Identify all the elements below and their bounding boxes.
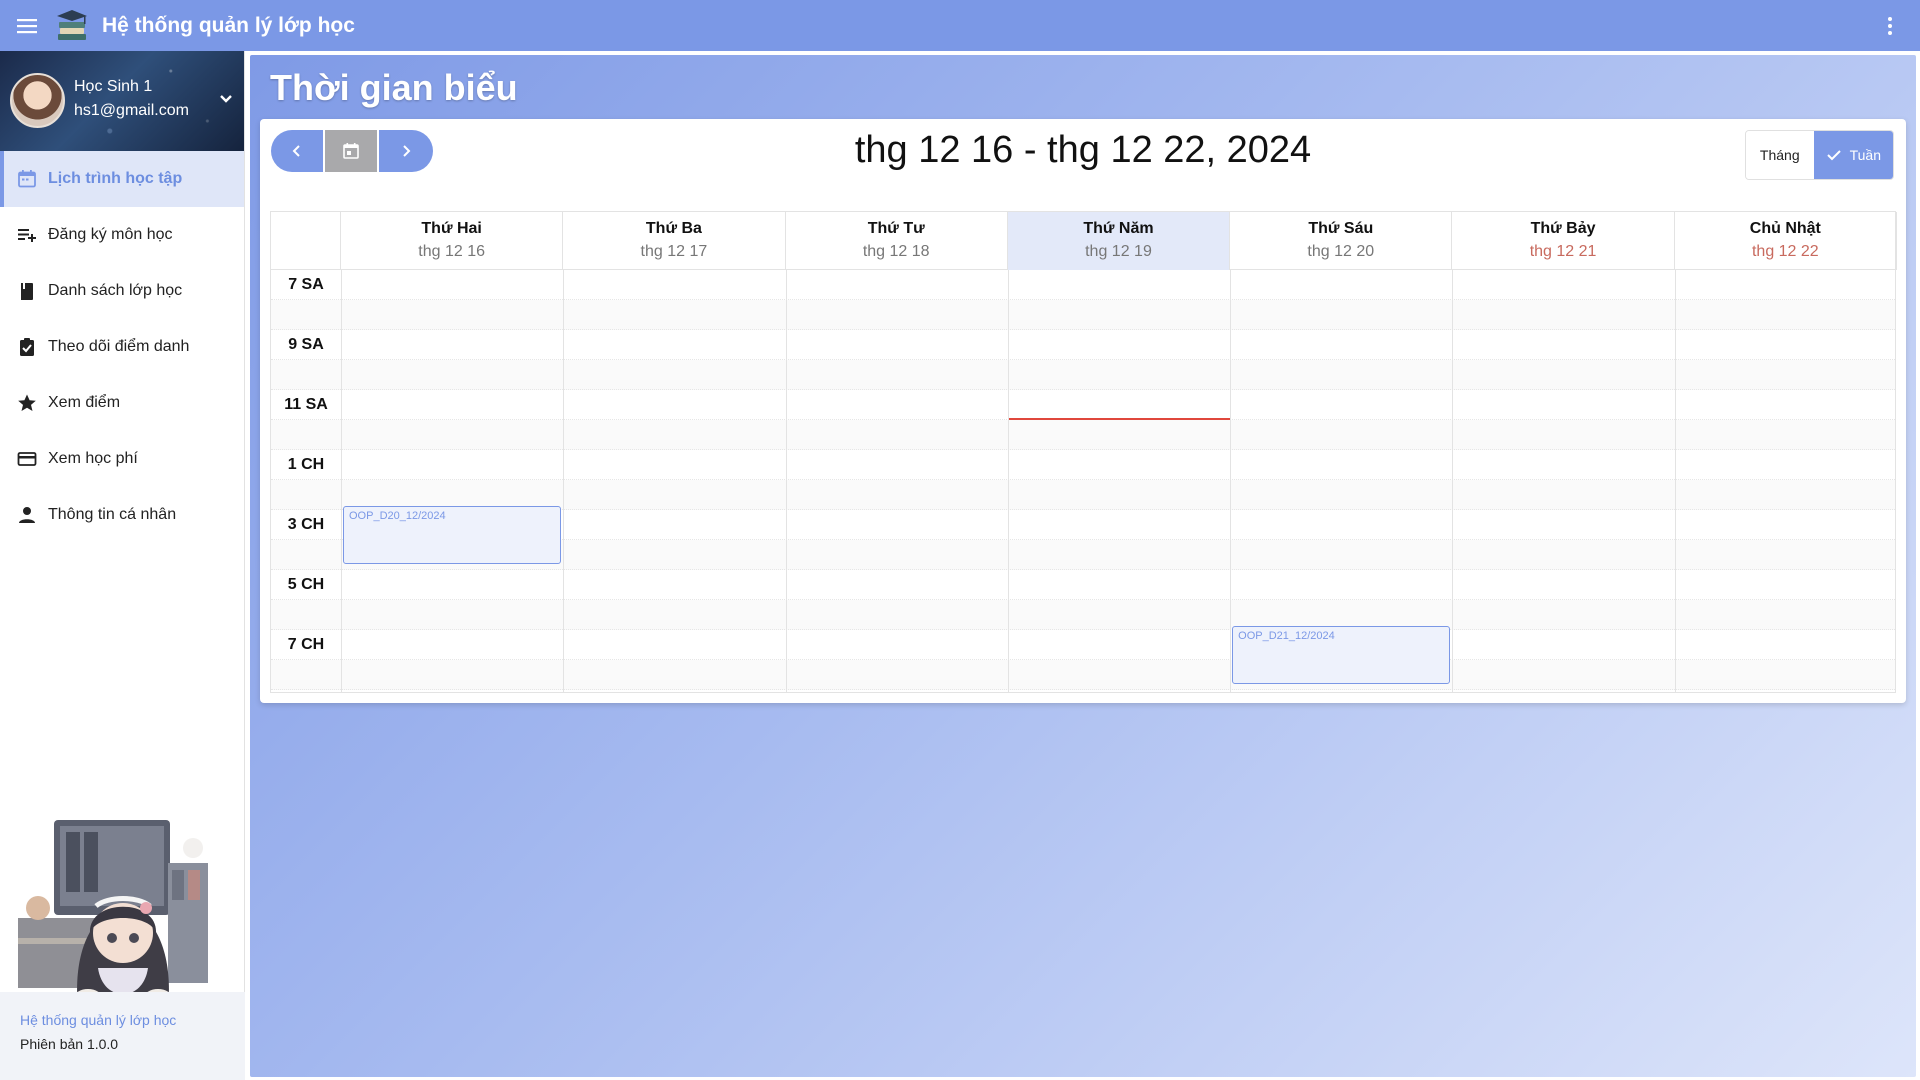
day-name: Thứ Tư xyxy=(867,220,925,237)
app-logo-icon xyxy=(57,9,87,40)
time-label: 7 SA xyxy=(288,276,324,293)
calendar-event[interactable]: OOP_D21_12/2024 xyxy=(1232,626,1451,684)
week-view-label: Tuần xyxy=(1849,147,1881,163)
day-header: Thứ Sáu thg 12 20 xyxy=(1230,212,1453,270)
calendar-event[interactable]: OOP_D20_12/2024 xyxy=(343,506,562,564)
sidebar-item-label: Xem học phí xyxy=(48,450,138,467)
week-view-button[interactable]: Tuần xyxy=(1813,131,1893,179)
time-slot-row[interactable] xyxy=(271,360,1895,390)
star-icon xyxy=(16,392,38,414)
month-view-button[interactable]: Tháng xyxy=(1745,131,1814,179)
user-profile[interactable]: Học Sinh 1 hs1@gmail.com xyxy=(0,51,244,151)
time-slot-row[interactable] xyxy=(271,420,1895,450)
time-label: 3 CH xyxy=(287,516,325,533)
sidebar-item-label: Theo dõi điểm danh xyxy=(48,338,190,355)
day-date: thg 12 22 xyxy=(1751,243,1819,260)
clipboard-check-icon xyxy=(16,336,38,358)
day-column-divider xyxy=(785,270,787,692)
page-title: Thời gian biểu xyxy=(270,67,518,108)
user-email: hs1@gmail.com xyxy=(74,102,189,119)
sidebar-item-label: Xem điểm xyxy=(48,394,121,411)
sidebar-item-course-registration[interactable]: Đăng ký môn học xyxy=(0,207,244,263)
book-icon xyxy=(16,280,38,302)
day-date: thg 12 18 xyxy=(862,243,930,260)
time-slot-row[interactable] xyxy=(271,270,1895,300)
time-label: 11 SA xyxy=(284,396,328,413)
day-header: Thứ Tư thg 12 18 xyxy=(786,212,1008,270)
day-name: Thứ Hai xyxy=(421,220,482,237)
sidebar: Học Sinh 1 hs1@gmail.com Lịch trình học … xyxy=(0,51,245,1080)
view-toggle: Tháng Tuần xyxy=(1744,130,1894,180)
day-date: thg 12 17 xyxy=(640,243,708,260)
sidebar-item-label: Lịch trình học tập xyxy=(48,170,183,187)
chevron-down-icon[interactable] xyxy=(216,89,236,109)
time-slot-row[interactable] xyxy=(271,300,1895,330)
sidebar-item-label: Đăng ký môn học xyxy=(48,226,173,243)
day-header: Chủ Nhật thg 12 22 xyxy=(1675,212,1897,270)
sidebar-nav: Lịch trình học tập Đăng ký môn học Danh … xyxy=(0,151,244,543)
sidebar-item-study-schedule[interactable]: Lịch trình học tập xyxy=(0,151,244,207)
footer-app-name: Hệ thống quản lý lớp học xyxy=(20,1012,177,1028)
time-slot-row[interactable] xyxy=(271,390,1895,420)
time-label: 9 SA xyxy=(288,336,324,353)
day-name: Thứ Năm xyxy=(1083,220,1154,237)
current-time-indicator xyxy=(1008,418,1231,420)
more-vert-icon xyxy=(1888,17,1892,35)
day-date: thg 12 21 xyxy=(1529,243,1597,260)
date-range-title: thg 12 16 - thg 12 22, 2024 xyxy=(854,129,1312,171)
menu-button[interactable] xyxy=(0,0,54,51)
day-name: Chủ Nhật xyxy=(1749,220,1821,237)
more-options-button[interactable] xyxy=(1876,12,1904,40)
calendar-icon xyxy=(16,168,38,190)
sidebar-item-grades[interactable]: Xem điểm xyxy=(0,375,244,431)
check-icon xyxy=(1826,150,1841,161)
sidebar-item-attendance[interactable]: Theo dõi điểm danh xyxy=(0,319,244,375)
day-date: thg 12 20 xyxy=(1307,243,1375,260)
footer-version: Phiên bản 1.0.0 xyxy=(20,1036,119,1052)
sidebar-item-tuition[interactable]: Xem học phí xyxy=(0,431,244,487)
app-bar: Hệ thống quản lý lớp học xyxy=(0,0,1920,51)
time-slot-row[interactable] xyxy=(271,450,1895,480)
playlist-add-icon xyxy=(16,224,38,246)
day-column-divider xyxy=(563,270,565,692)
calendar: thg 12 16 - thg 12 22, 2024 Tháng Tuần T… xyxy=(260,119,1906,703)
credit-card-icon xyxy=(16,448,38,470)
day-date: thg 12 19 xyxy=(1085,243,1152,260)
avatar xyxy=(10,73,65,128)
day-header: Thứ Bảy thg 12 21 xyxy=(1452,212,1675,270)
day-header: Thứ Năm thg 12 19 xyxy=(1007,212,1231,270)
user-name: Học Sinh 1 xyxy=(74,78,153,95)
time-slot-row[interactable] xyxy=(271,660,1895,690)
day-column-divider xyxy=(1230,270,1232,692)
sidebar-item-class-list[interactable]: Danh sách lớp học xyxy=(0,263,244,319)
time-slot-row[interactable] xyxy=(271,330,1895,360)
week-grid: Thứ Hai thg 12 16 Thứ Ba thg 12 17 Thứ Tư thg… xyxy=(270,211,1897,693)
menu-icon xyxy=(17,18,37,33)
time-label: 7 CH xyxy=(287,636,325,653)
sidebar-item-label: Thông tin cá nhân xyxy=(48,506,177,523)
day-date: thg 12 16 xyxy=(418,243,485,260)
sidebar-item-label: Danh sách lớp học xyxy=(48,282,183,299)
time-label: 5 CH xyxy=(287,576,325,593)
time-slot-row[interactable] xyxy=(271,630,1895,660)
sidebar-item-profile[interactable]: Thông tin cá nhân xyxy=(0,487,244,543)
day-column-divider xyxy=(341,270,342,692)
day-name: Thứ Sáu xyxy=(1308,220,1374,237)
day-header: Thứ Hai thg 12 16 xyxy=(341,212,564,270)
day-name: Thứ Ba xyxy=(645,220,702,237)
day-column-divider xyxy=(1674,270,1676,692)
day-header-row: Thứ Hai thg 12 16 Thứ Ba thg 12 17 Thứ Tư thg… xyxy=(271,212,1897,270)
time-column-header xyxy=(271,212,341,270)
time-slot-row[interactable] xyxy=(271,570,1895,600)
person-icon xyxy=(16,504,38,526)
app-title: Hệ thống quản lý lớp học xyxy=(102,13,355,37)
day-name: Thứ Bảy xyxy=(1530,220,1596,237)
day-column-divider xyxy=(1452,270,1454,692)
time-slot-row[interactable] xyxy=(271,600,1895,630)
sidebar-footer: Hệ thống quản lý lớp học Phiên bản 1.0.0 xyxy=(0,992,245,1080)
day-column-divider xyxy=(1007,270,1009,692)
main-content: Thời gian biểu thg 12 16 - thg 12 22, 20… xyxy=(250,55,1916,1077)
time-label: 1 CH xyxy=(287,456,325,473)
day-header: Thứ Ba thg 12 17 xyxy=(563,212,786,270)
